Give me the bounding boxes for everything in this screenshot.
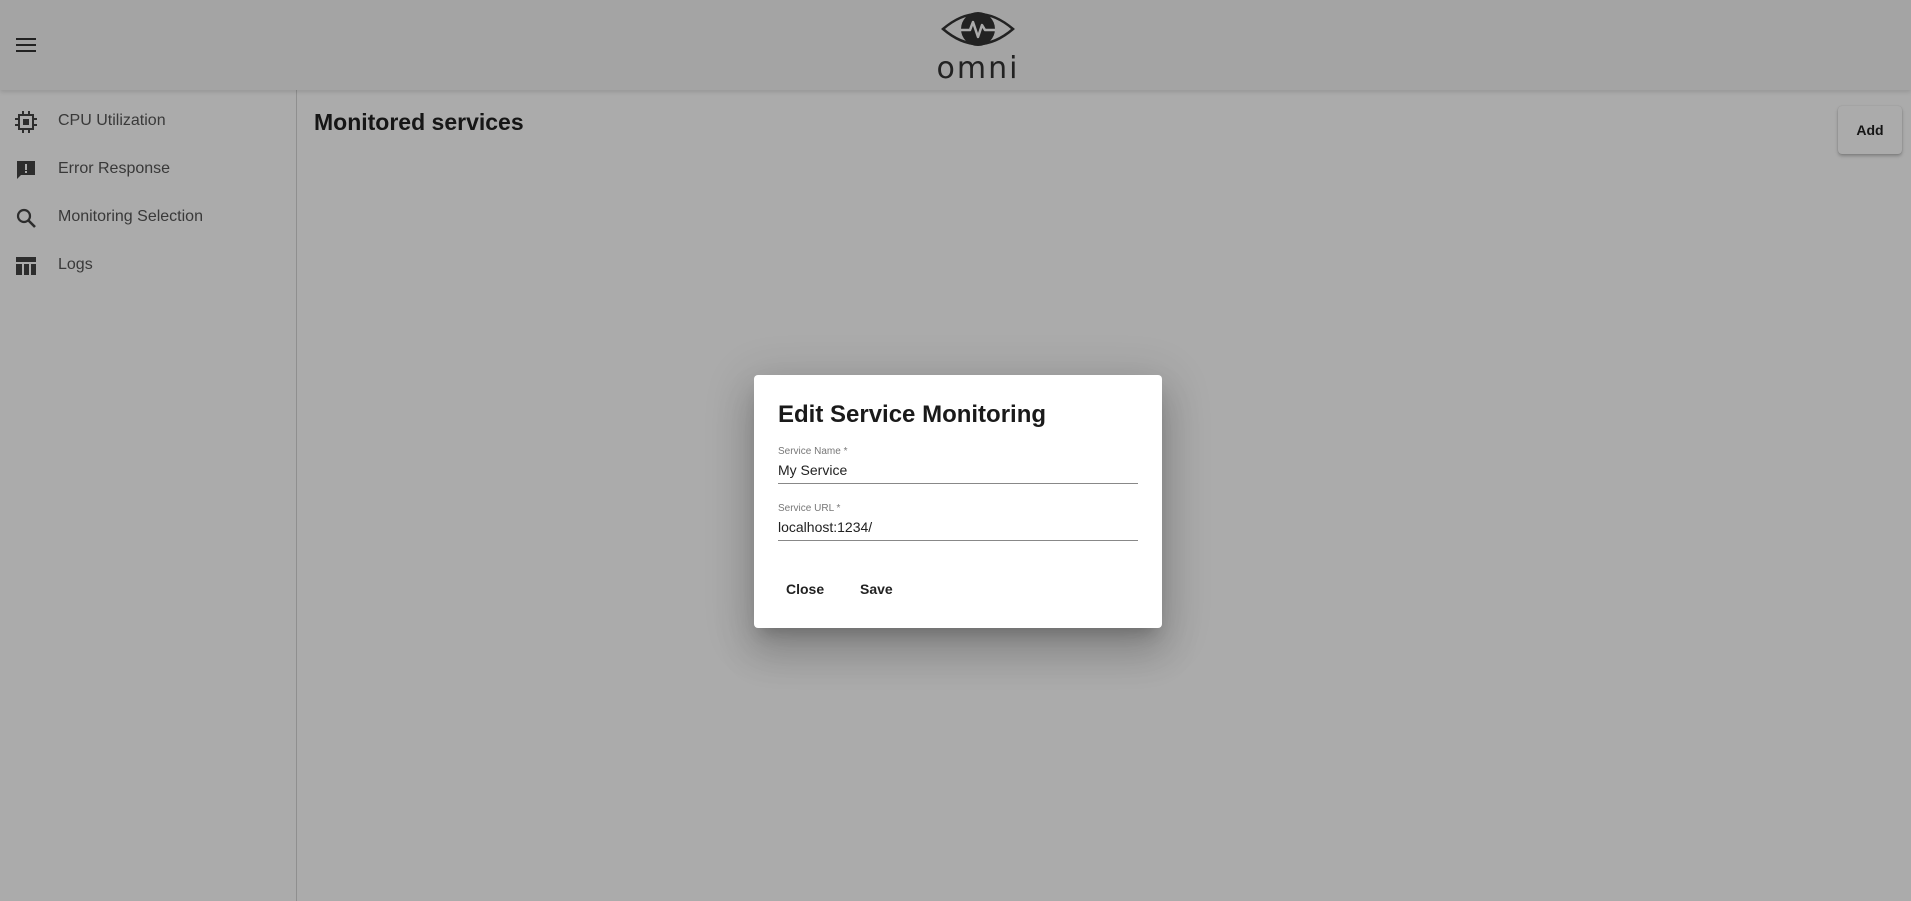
service-name-input[interactable] [778,458,1138,484]
dialog-title: Edit Service Monitoring [778,401,1047,428]
close-button[interactable]: Close [770,573,840,605]
app-root: omni CPU Utilization Error Response Moni… [0,0,1911,901]
save-button[interactable]: Save [844,573,909,605]
service-url-label: Service URL * [778,503,841,514]
service-name-field: Service Name * [778,445,1138,484]
service-name-label: Service Name * [778,446,848,457]
service-url-field: Service URL * [778,502,1138,541]
service-url-input[interactable] [778,515,1138,541]
edit-service-dialog: Edit Service Monitoring Service Name * S… [754,375,1162,628]
